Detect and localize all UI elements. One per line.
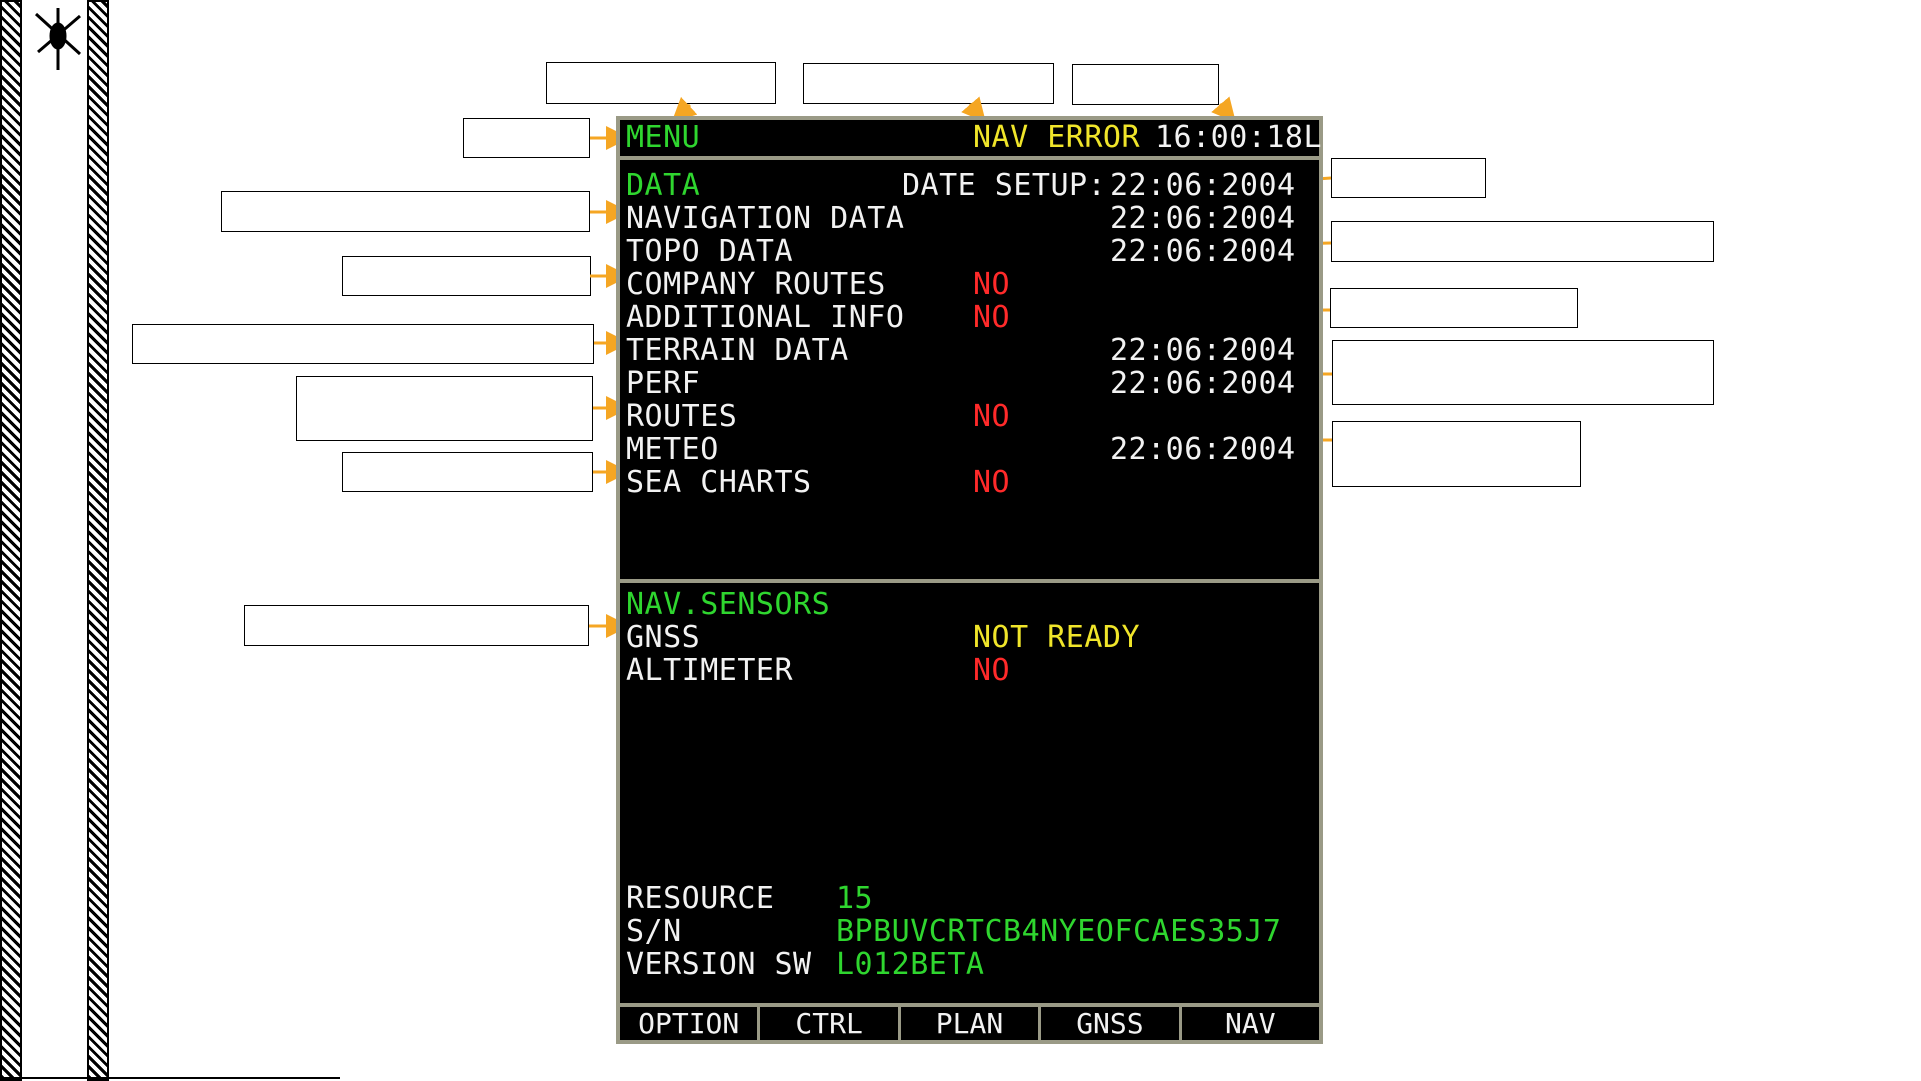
helicopter-icon (34, 8, 82, 70)
softkey-nav[interactable]: NAV (1182, 1007, 1319, 1040)
version-value: L012BETA (836, 947, 985, 982)
callout-box (546, 62, 776, 104)
callout-box (132, 324, 594, 364)
clock: 16:00:18L (1155, 120, 1323, 155)
serial-label: S/N (626, 914, 682, 949)
callout-box (244, 605, 589, 646)
sensor-item-label[interactable]: GNSS (626, 622, 700, 654)
softkey-bar: OPTION CTRL PLAN GNSS NAV (620, 1003, 1319, 1040)
date-setup-value: 22:06:2004 (1110, 168, 1296, 203)
callout-box (342, 256, 591, 296)
data-item-label[interactable]: TERRAIN DATA (626, 335, 849, 367)
sensor-item-value: NOT READY (973, 620, 1141, 655)
data-item-value: 22:06:2004 (1110, 366, 1296, 401)
softkey-ctrl[interactable]: CTRL (760, 1007, 901, 1040)
data-item-value: 22:06:2004 (1110, 201, 1296, 236)
resource-label: RESOURCE (626, 881, 775, 916)
callout-box (221, 191, 590, 232)
data-item-value: 22:06:2004 (1110, 432, 1296, 467)
menu-label[interactable]: MENU (626, 122, 700, 154)
data-item-label[interactable]: SEA CHARTS (626, 467, 812, 499)
data-item-label[interactable]: ROUTES (626, 401, 737, 433)
data-item-value: NO (973, 465, 1011, 500)
right-rail-stripe (87, 0, 109, 1081)
callout-box (1331, 158, 1486, 198)
version-label: VERSION SW (626, 947, 812, 982)
sensor-item-label[interactable]: ALTIMETER (626, 655, 793, 687)
callout-box (1332, 421, 1581, 487)
resource-value: 15 (836, 881, 874, 916)
data-item-label[interactable]: NAVIGATION DATA (626, 203, 904, 235)
data-item-value: NO (973, 399, 1011, 434)
date-setup-label: DATE SETUP: (902, 168, 1107, 203)
data-item-label[interactable]: TOPO DATA (626, 236, 793, 268)
data-item-value: NO (973, 300, 1011, 335)
softkey-option[interactable]: OPTION (620, 1007, 761, 1040)
section-divider (620, 579, 1319, 583)
softkey-plan[interactable]: PLAN (901, 1007, 1042, 1040)
callout-box (1332, 340, 1714, 405)
callout-box (1331, 221, 1714, 262)
data-item-label[interactable]: ADDITIONAL INFO (626, 302, 904, 334)
data-item-label[interactable]: COMPANY ROUTES (626, 269, 886, 301)
callout-box (296, 376, 593, 441)
callout-box (342, 452, 593, 492)
data-item-label[interactable]: METEO (626, 434, 719, 466)
mfd-screen: MENU NAV ERROR 16:00:18L DATA DATE SETUP… (616, 116, 1323, 1044)
callout-box (1330, 288, 1578, 328)
callout-box (1072, 64, 1219, 105)
data-item-label[interactable]: PERF (626, 368, 700, 400)
data-item-value: NO (973, 267, 1011, 302)
callout-box (803, 63, 1054, 104)
serial-value: BPBUVCRTCB4NYEOFCAES35J7 (836, 914, 1282, 949)
data-section-title: DATA (626, 168, 701, 203)
data-item-value: 22:06:2004 (1110, 234, 1296, 269)
nav-status: NAV ERROR (973, 120, 1141, 155)
bottom-rule (0, 1077, 340, 1079)
left-rail-stripe (0, 0, 22, 1081)
softkey-gnss[interactable]: GNSS (1041, 1007, 1182, 1040)
sensor-item-value: NO (973, 653, 1011, 688)
data-item-value: 22:06:2004 (1110, 333, 1296, 368)
header-divider (620, 156, 1319, 160)
callout-box (463, 118, 590, 158)
sensors-section-title: NAV.SENSORS (626, 587, 831, 622)
